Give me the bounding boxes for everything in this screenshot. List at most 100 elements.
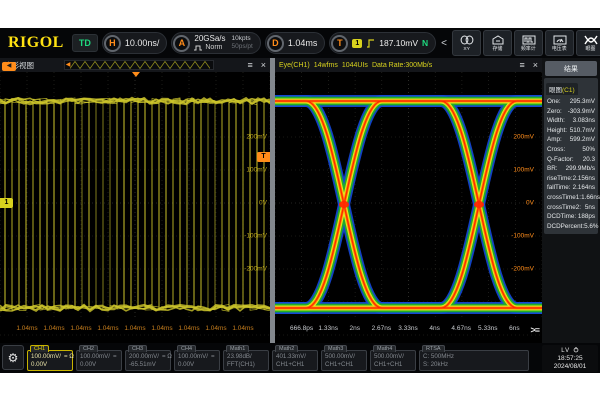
h-position-value: 1.04ms <box>288 38 318 48</box>
measurement-value: 599.2mV <box>570 135 595 145</box>
measurement-value: 5.6% <box>584 222 598 232</box>
system-time: 18:57:25 <box>557 355 582 363</box>
status-box-offset: 0.00V <box>178 361 216 368</box>
status-box-math4[interactable]: Math4500.00mV/CH1+CH1 <box>370 346 416 371</box>
measurement-key: Cross: <box>547 145 565 155</box>
toolbar-button-label: XY <box>463 46 470 51</box>
measurement-row: Amp: 599.2mV <box>546 135 596 145</box>
menu-icon[interactable]: ≡ <box>247 61 252 70</box>
status-box-math1[interactable]: Math123.98dB/FFT(CH1) <box>223 346 269 371</box>
results-tab[interactable]: 眼图(C1) <box>546 83 578 95</box>
function-toolbar: XY存储频率计电压表眼图解码波形录制 <box>452 30 600 56</box>
measurement-value: 188ps <box>578 212 595 222</box>
status-box-scale: 401.33mV/ <box>276 353 314 360</box>
toolbar-button-eye[interactable]: 眼图 <box>576 30 600 56</box>
toolbar-button-label: 眼图 <box>586 46 596 51</box>
status-box-ch1[interactable]: CH1100.00mV/= Ω0.00V <box>27 346 73 371</box>
results-sidebar: 结果 眼图(C1) One:295.3mVZero:-303.9mVWidth:… <box>542 58 600 343</box>
grid <box>0 72 270 335</box>
waveform-overview-thumbnail[interactable]: ◀ <box>64 60 214 70</box>
status-box-math3[interactable]: Math3500.00mV/CH1+CH1 <box>321 346 367 371</box>
measurement-row: DCDTime:188ps <box>546 212 596 222</box>
measurement-key: DCDTime: <box>547 212 576 222</box>
toolbar-button-dvm[interactable]: 电压表 <box>545 30 574 56</box>
xy-icon <box>460 35 474 45</box>
status-box-tab: CH1 <box>30 345 49 352</box>
status-box-scale: 500.00mV/ <box>325 353 363 360</box>
status-box-tab: Math2 <box>275 345 298 352</box>
measurement-key: Amp: <box>547 135 562 145</box>
status-box-rtsa[interactable]: RTSAC: 500MHzS: 20kHz <box>419 346 529 371</box>
eye-results-panel: 眼图(C1) One:295.3mVZero:-303.9mVWidth:3.0… <box>544 78 598 234</box>
measurement-value: 2.164ns <box>573 183 595 193</box>
eye-diagram-panel: Eye(CH1) 14wfms 1044UIs Data Rate:300Mb/… <box>275 58 542 343</box>
acquisition-control[interactable]: A 20GSa/s Norm 10kpts 50ps/pt <box>171 32 260 54</box>
main-area: 波形视图 ◀ ≡ × 1.04ms1.04ms1.04ms1.04ms1.04m… <box>0 58 600 343</box>
toolbar-button-storage[interactable]: 存储 <box>483 30 512 56</box>
measurement-row: crossTime1:1.66ns <box>546 193 596 203</box>
status-box-offset: CH1+CH1 <box>374 361 412 368</box>
status-box-ch2[interactable]: CH2100.00mV/=0.00V <box>76 346 122 371</box>
close-icon[interactable]: × <box>261 61 266 70</box>
status-box-scale: 100.00mV/= Ω <box>31 353 69 360</box>
gear-icon: ⚙ <box>8 351 19 365</box>
eye-icon <box>584 35 598 45</box>
measurement-row: Width:3.083ns <box>546 116 596 126</box>
measurement-row: DCDPercent:5.6% <box>546 222 596 232</box>
trigger-level-marker[interactable]: T <box>257 152 270 162</box>
measurement-row: Cross:50% <box>546 145 596 155</box>
status-box-tab: RTSA <box>422 345 445 352</box>
eye-plot[interactable] <box>275 72 542 343</box>
measurement-key: DCDPercent: <box>547 222 584 232</box>
trigger-control[interactable]: T 1 187.10mV N <box>329 32 436 54</box>
status-box-ch4[interactable]: CH4100.00mV/=0.00V <box>174 346 220 371</box>
measurement-row: riseTime:2.156ns <box>546 174 596 184</box>
memory-depth: 10kpts <box>232 35 253 43</box>
acq-mode: Norm <box>205 43 222 52</box>
a-knob[interactable]: A <box>173 35 190 52</box>
overview-zigzag <box>70 60 210 70</box>
eye-wfms-count: 14wfms <box>314 62 338 69</box>
close-icon[interactable]: × <box>533 61 538 70</box>
status-box-tab: CH3 <box>128 345 147 352</box>
toolbar-button-counter[interactable]: 频率计 <box>514 30 543 56</box>
toolbar-button-label: 频率计 <box>521 46 536 51</box>
h-knob[interactable]: H <box>104 35 121 52</box>
system-date: 2024/08/01 <box>554 363 587 371</box>
trigger-position-marker[interactable]: ◀ <box>2 62 16 71</box>
status-box-offset: S: 20kHz <box>423 361 525 368</box>
waveform-plot[interactable] <box>0 72 270 343</box>
time-resolution: 50ps/pt <box>232 43 253 51</box>
status-box-tab: CH2 <box>79 345 98 352</box>
status-box-offset: -65.51mV <box>129 361 167 368</box>
delay-reference-marker[interactable] <box>132 72 140 77</box>
toolbar-button-label: 电压表 <box>552 46 567 51</box>
d-knob[interactable]: D <box>267 35 284 52</box>
status-box-scale: C: 500MHz <box>423 353 525 360</box>
measurement-value: 2.156ns <box>573 174 595 184</box>
t-knob[interactable]: T <box>331 35 348 52</box>
dvm-icon <box>553 35 567 45</box>
status-box-ch3[interactable]: CH3200.00mV/= Ω-65.51mV <box>125 346 171 371</box>
results-button[interactable]: 结果 <box>545 61 597 76</box>
status-box-offset: FFT(CH1) <box>227 361 265 368</box>
status-box-math2[interactable]: Math2401.33mV/CH1+CH1 <box>272 346 318 371</box>
toolbar-button-xy[interactable]: XY <box>452 30 481 56</box>
eye-title: Eye(CH1) <box>279 62 310 69</box>
settings-button[interactable]: ⚙ <box>2 345 24 370</box>
measurement-row: fallTime:2.164ns <box>546 183 596 193</box>
eye-menu-expand-icon[interactable]: >≡ <box>530 325 539 335</box>
channel1-ground-marker[interactable]: 1 <box>0 198 13 208</box>
status-box-offset: CH1+CH1 <box>325 361 363 368</box>
menu-icon[interactable]: ≡ <box>519 61 524 70</box>
horizontal-scale-control[interactable]: H 10.00ns/ <box>102 32 168 54</box>
status-box-tab: CH4 <box>177 345 196 352</box>
horizontal-position-control[interactable]: D 1.04ms <box>265 32 326 54</box>
toolbar-scroll-left[interactable]: < <box>440 38 448 49</box>
trigger-source-badge: 1 <box>352 39 362 48</box>
measurement-key: Width: <box>547 116 565 126</box>
clock-block[interactable]: LV 18:57:25 2024/08/01 <box>542 345 598 372</box>
screen: RIGOL TD H 10.00ns/ A 20GSa/s Norm 10kpt… <box>0 0 600 400</box>
sample-rate: 20GSa/s <box>194 34 225 43</box>
trigger-status-badge[interactable]: TD <box>72 34 98 52</box>
